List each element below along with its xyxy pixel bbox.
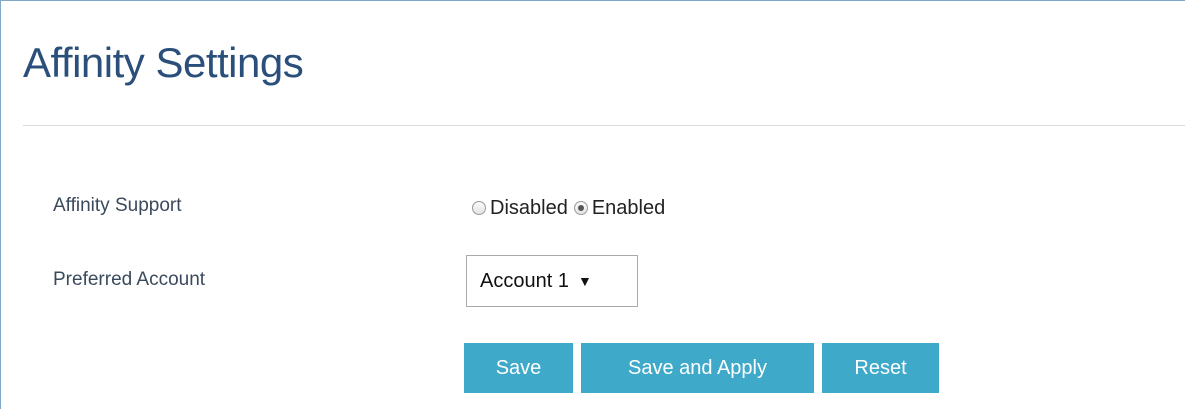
radio-disabled-option[interactable]: Disabled xyxy=(472,196,568,220)
affinity-support-label: Affinity Support xyxy=(53,195,182,216)
preferred-account-selected-value: Account 1 xyxy=(480,269,569,292)
radio-enabled-button[interactable] xyxy=(573,201,588,215)
settings-panel: Affinity Settings Affinity Support Disab… xyxy=(0,0,1185,409)
affinity-support-radio-group: Disabled Enabled xyxy=(472,196,665,220)
preferred-account-label: Preferred Account xyxy=(53,269,206,290)
save-and-apply-button[interactable]: Save and Apply xyxy=(581,343,814,393)
page-title: Affinity Settings xyxy=(23,39,304,86)
reset-button[interactable]: Reset xyxy=(822,343,939,393)
radio-disabled-label[interactable]: Disabled xyxy=(490,196,568,220)
preferred-account-select[interactable]: Account 1 ▼ xyxy=(466,255,638,307)
radio-enabled-label[interactable]: Enabled xyxy=(592,196,665,220)
title-divider xyxy=(23,125,1185,126)
dropdown-arrow-icon: ▼ xyxy=(577,273,592,289)
radio-disabled-button[interactable] xyxy=(472,201,486,215)
radio-enabled-option[interactable]: Enabled xyxy=(573,196,665,220)
save-button[interactable]: Save xyxy=(464,343,573,393)
